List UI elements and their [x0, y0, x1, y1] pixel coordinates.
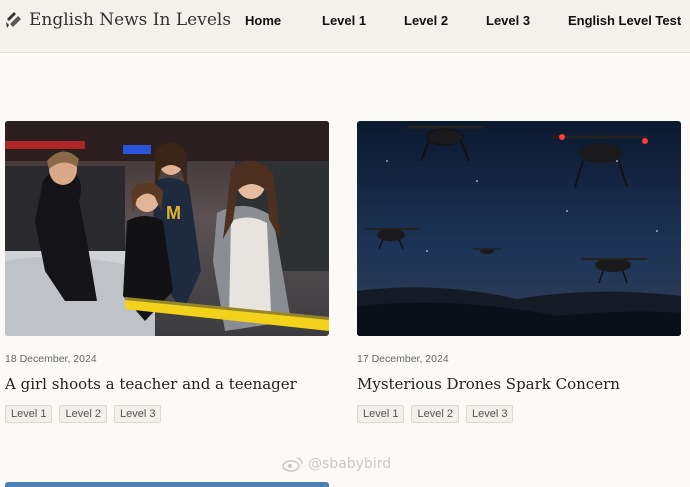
tag-level-3[interactable]: Level 3: [113, 405, 162, 423]
next-article-image-edge: [5, 482, 329, 487]
nav-level-1[interactable]: Level 1: [322, 13, 366, 28]
nav-home[interactable]: Home: [245, 13, 281, 28]
article-card: 17 December, 2024 Mysterious Drones Spar…: [357, 121, 681, 423]
tag-level-1[interactable]: Level 1: [357, 405, 405, 423]
tag-level-3[interactable]: Level 3: [465, 405, 514, 423]
article-image[interactable]: [357, 121, 681, 336]
svg-text:M: M: [166, 203, 181, 223]
nav-level-2[interactable]: Level 2: [404, 13, 448, 28]
tag-level-2[interactable]: Level 2: [59, 405, 107, 423]
nav-english-level-test[interactable]: English Level Test: [568, 13, 681, 28]
article-date: 17 December, 2024: [357, 353, 449, 365]
article-card: M 18 December, 2024 A girl shoots a teac…: [5, 121, 329, 423]
site-header: English News In Levels Home Level 1 Leve…: [0, 0, 690, 53]
article-image[interactable]: M: [5, 121, 329, 336]
watermark-text: @sbabybird: [308, 456, 392, 472]
article-title[interactable]: A girl shoots a teacher and a teenager: [5, 375, 329, 393]
weibo-icon: [282, 457, 303, 472]
article-date: 18 December, 2024: [5, 353, 97, 365]
site-title: English News In Levels: [29, 10, 232, 30]
watermark: @sbabybird: [282, 456, 391, 472]
tag-level-2[interactable]: Level 2: [411, 405, 459, 423]
nav-level-3[interactable]: Level 3: [486, 13, 530, 28]
logo-icon: [6, 12, 21, 28]
article-level-tags: Level 1 Level 2 Level 3: [357, 405, 681, 423]
tag-level-1[interactable]: Level 1: [5, 405, 53, 423]
article-title[interactable]: Mysterious Drones Spark Concern: [357, 375, 681, 393]
site-logo[interactable]: English News In Levels: [5, 10, 231, 30]
article-level-tags: Level 1 Level 2 Level 3: [5, 405, 329, 423]
